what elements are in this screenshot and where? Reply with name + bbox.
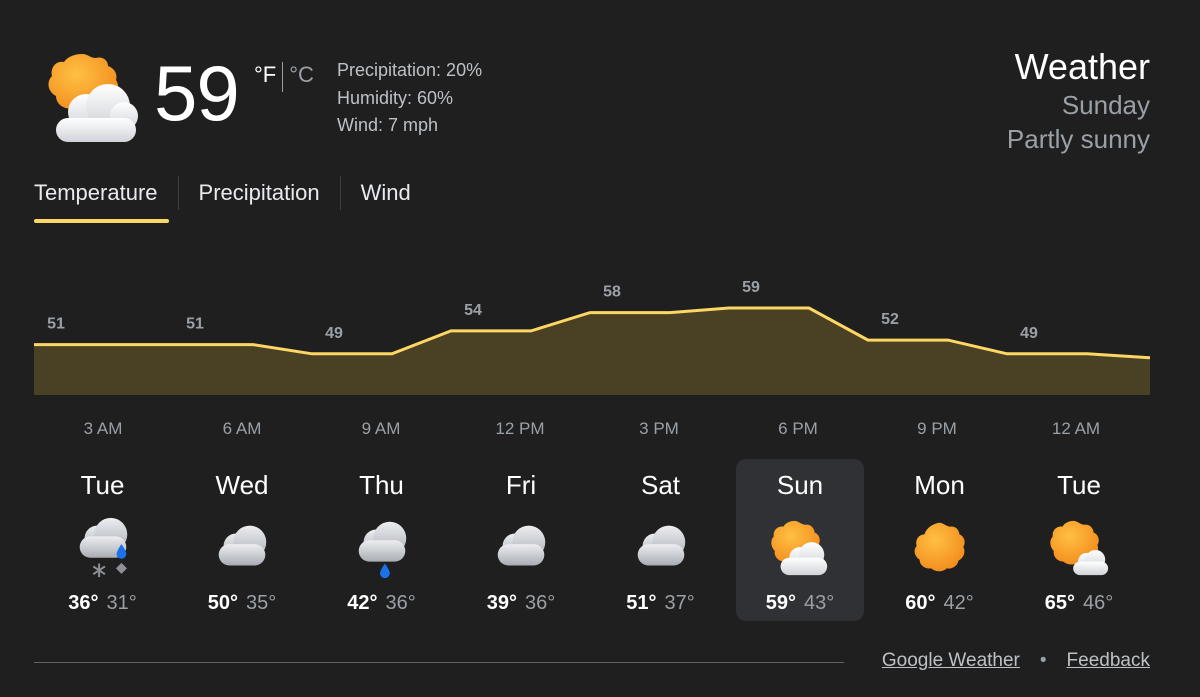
google-weather-link[interactable]: Google Weather [882, 650, 1020, 672]
wind-text: Wind: 7 mph [337, 115, 439, 135]
fahrenheit-toggle[interactable]: °F [254, 60, 276, 90]
high-temp: 42° [347, 592, 378, 614]
low-temp: 37° [664, 592, 695, 614]
page-title: Weather [1014, 46, 1150, 87]
unit-separator [282, 62, 284, 92]
value-label: 58 [603, 284, 621, 301]
tab-precipitation[interactable]: Precipitation [199, 175, 320, 211]
day-temperatures: 42° 36° [318, 591, 446, 615]
day-temperatures: 65° 46° [1015, 591, 1143, 615]
cloudy-icon [218, 525, 267, 566]
divider [34, 662, 844, 663]
rain-icon [358, 521, 406, 579]
day-name: Sun [776, 470, 824, 500]
value-label: 54 [464, 302, 482, 319]
day-card-5[interactable]: Sun 59° 43° [736, 459, 864, 621]
day-name: Fri [505, 470, 537, 500]
time-tick-label: 12 PM [495, 419, 544, 438]
day-name: Mon [914, 470, 965, 500]
current-day: Sunday [1061, 90, 1150, 120]
high-temp: 51° [626, 592, 657, 614]
active-tab-indicator [34, 219, 169, 223]
day-temperatures: 50° 35° [178, 591, 306, 615]
weather-header: Weather Sunday Partly sunny [1007, 46, 1150, 156]
cloudy-icon [497, 525, 546, 566]
day-name: Sat [640, 470, 681, 500]
low-temp: 42° [943, 592, 974, 614]
footer: Google Weather • Feedback [882, 650, 1150, 672]
time-tick-label: 6 PM [778, 419, 818, 438]
day-temperatures: 60° 42° [876, 591, 1004, 615]
tab-divider [177, 176, 179, 210]
low-temp: 36° [525, 592, 556, 614]
time-tick-label: 3 PM [639, 419, 679, 438]
day-temperatures: 51° 37° [597, 591, 725, 615]
high-temp: 39° [486, 592, 517, 614]
tab-divider [339, 176, 341, 210]
tab-temperature[interactable]: Temperature [34, 175, 158, 211]
footer-separator: • [1039, 650, 1047, 671]
high-temp: 59° [765, 592, 796, 614]
time-tick-label: 6 AM [223, 419, 262, 438]
sunny-icon [914, 522, 965, 572]
rain-snow-icon [79, 517, 127, 578]
celsius-toggle[interactable]: °C [289, 60, 314, 90]
mostly-sunny-icon [1050, 520, 1109, 576]
current-temperature: 59 [154, 49, 240, 137]
low-temp: 35° [246, 592, 277, 614]
tab-wind[interactable]: Wind [361, 175, 411, 211]
value-label: 52 [881, 311, 899, 328]
chart-tabs: Temperature Precipitation Wind [34, 175, 411, 211]
current-condition: Partly sunny [1006, 124, 1150, 154]
time-axis: 3 AM 6 AM 9 AM 12 PM 3 PM 6 PM 9 PM 12 AM [84, 419, 1100, 438]
low-temp: 43° [804, 592, 835, 614]
low-temp: 36° [385, 592, 416, 614]
day-card-3[interactable]: Fri 39° 36° [457, 459, 585, 621]
partly-sunny-icon [771, 520, 828, 576]
high-temp: 36° [68, 592, 99, 614]
day-name: Tue [80, 470, 125, 500]
time-tick-label: 9 AM [362, 419, 401, 438]
temperature-chart: 51 51 49 54 58 59 52 49 3 AM 6 AM 9 AM 12 PM 3 PM 6 … [34, 279, 1151, 438]
day-card-0[interactable]: Tue 36° 31° [39, 459, 167, 621]
day-card-6[interactable]: Mon 60° 42° [876, 459, 1004, 621]
day-card-2[interactable]: Thu 42° 36° [318, 459, 446, 621]
high-temp: 60° [905, 592, 936, 614]
value-label: 49 [325, 325, 343, 342]
day-name: Thu [359, 470, 404, 500]
feedback-link[interactable]: Feedback [1067, 650, 1150, 672]
time-tick-label: 9 PM [917, 419, 957, 438]
weather-details: Precipitation: 20% Humidity: 60% Wind: 7… [337, 57, 482, 140]
partly-sunny-icon [36, 50, 140, 144]
value-label: 51 [47, 316, 65, 333]
time-tick-label: 12 AM [1052, 419, 1100, 438]
day-card-1[interactable]: Wed 50° 35° [178, 459, 306, 621]
high-temp: 50° [207, 592, 238, 614]
day-temperatures: 59° 43° [736, 591, 864, 615]
value-label: 59 [742, 279, 760, 296]
day-name: Wed [215, 470, 269, 500]
time-tick-label: 3 AM [84, 419, 123, 438]
low-temp: 46° [1083, 592, 1114, 614]
day-name: Tue [1057, 470, 1101, 500]
day-card-7[interactable]: Tue 65° 46° [1015, 459, 1143, 621]
day-card-4[interactable]: Sat 51° 37° [597, 459, 725, 621]
unit-toggle: °F °C [254, 60, 314, 92]
cloudy-icon [637, 525, 685, 566]
day-temperatures: 36° 31° [39, 591, 167, 615]
low-temp: 31° [106, 592, 137, 614]
high-temp: 65° [1044, 592, 1075, 614]
value-label: 51 [186, 316, 204, 333]
day-temperatures: 39° 36° [457, 591, 585, 615]
humidity-text: Humidity: 60% [337, 87, 454, 108]
precipitation-text: Precipitation: 20% [337, 60, 483, 80]
value-label: 49 [1020, 325, 1038, 342]
